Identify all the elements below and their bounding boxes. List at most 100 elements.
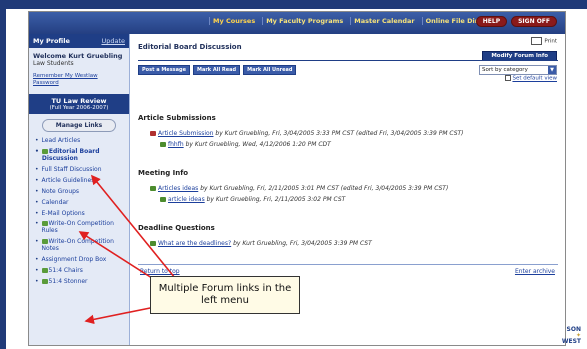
welcome-text: Welcome Kurt Gruebling — [33, 52, 123, 60]
tab-faculty-programs[interactable]: My Faculty Programs — [262, 17, 346, 25]
sidebar-item[interactable]: • Editorial Board Discussion — [35, 148, 129, 163]
sidebar-item-label: 51:4 Stonner — [48, 277, 88, 285]
message-icon — [150, 241, 156, 246]
post-meta: by Kurt Gruebling, Fri, 2/11/2005 3:02 P… — [206, 196, 346, 203]
sidebar: My Profile Update Welcome Kurt Gruebling… — [29, 34, 130, 345]
forum-icon — [41, 221, 48, 227]
sort-value: Sort by category — [482, 67, 528, 73]
set-default-view[interactable]: Set default view — [505, 75, 557, 82]
sidebar-item-text: Calendar — [42, 199, 69, 207]
nav-buttons: HELP SIGN OFF — [475, 16, 557, 27]
mark-all-unread-button[interactable]: Mark All Unread — [243, 65, 297, 75]
sidebar-item-text: Write-On Competition Notes — [41, 238, 129, 253]
post-link[interactable]: Article Submission — [158, 130, 213, 137]
sidebar-item[interactable]: • Write-On Competition Rules — [35, 221, 129, 235]
bullet-icon: • — [35, 165, 39, 173]
bullet-icon: • — [35, 266, 39, 274]
printer-icon — [531, 37, 543, 45]
sidebar-item[interactable]: • Calendar — [35, 199, 129, 207]
sidebar-item[interactable]: • Article Guidelines — [35, 177, 129, 185]
sidebar-item-label: E-Mail Options — [41, 209, 85, 217]
annotation-callout: Multiple Forum links in the left menu — [150, 276, 300, 314]
forum-icon — [41, 278, 48, 284]
print-link[interactable]: Print — [531, 37, 557, 45]
sidebar-item-label: Lead Articles — [41, 137, 81, 145]
sidebar-item-label: Full Staff Discussion — [41, 165, 102, 173]
post-row: article ideas by Kurt Gruebling, Fri, 2/… — [160, 196, 345, 203]
message-icon — [160, 142, 166, 147]
org-block: TU Law Review (Full Year 2006-2007) — [29, 94, 129, 115]
slide: My Courses My Faculty Programs Master Ca… — [0, 0, 587, 349]
sidebar-item-text: E-Mail Options — [41, 209, 85, 218]
post-row: fhhfh by Kurt Gruebling, Wed, 4/12/2006 … — [160, 141, 331, 148]
sidebar-item-text: Assignment Drop Box — [41, 256, 107, 264]
tab-my-courses[interactable]: My Courses — [209, 17, 258, 25]
bullet-icon: • — [35, 148, 39, 156]
sidebar-item-text: Lead Articles — [41, 137, 81, 145]
bullet-icon: • — [35, 256, 39, 263]
return-to-top-link[interactable]: Return to top — [140, 268, 180, 275]
forum-icon — [41, 239, 48, 245]
bullet-icon: • — [35, 238, 39, 246]
section-title: Article Submissions — [138, 114, 216, 122]
post-link[interactable]: What are the deadlines? — [158, 240, 231, 247]
checkbox-icon — [505, 75, 512, 81]
sidebar-item-text: Note Groups — [42, 188, 80, 196]
sidebar-item-label: Assignment Drop Box — [41, 256, 107, 263]
sign-off-button[interactable]: SIGN OFF — [511, 16, 557, 27]
post-row: Article Submission by Kurt Gruebling, Fr… — [150, 130, 464, 137]
message-icon — [160, 197, 166, 202]
message-icon — [150, 186, 156, 191]
enter-archive-link[interactable]: Enter archive — [515, 268, 555, 275]
sidebar-item[interactable]: • Assignment Drop Box — [35, 256, 129, 264]
post-link[interactable]: article ideas — [168, 196, 205, 203]
logo-line2: WEST — [561, 338, 581, 345]
sort-select[interactable]: Sort by category ▼ — [479, 65, 557, 75]
sidebar-item[interactable]: • Write-On Competition Notes — [35, 238, 129, 253]
remember-password-link[interactable]: Remember My Westlaw Password — [29, 67, 129, 86]
sidebar-item-label: Editorial Board Discussion — [41, 148, 100, 163]
bullet-icon: • — [35, 187, 39, 195]
mark-all-read-button[interactable]: Mark All Read — [192, 65, 241, 75]
university-logo: SON ✦ WEST — [562, 327, 581, 345]
post-row: What are the deadlines? by Kurt Grueblin… — [150, 240, 372, 247]
sidebar-item-text: Editorial Board Discussion — [41, 148, 129, 163]
sidebar-item[interactable]: • 51:4 Chairs — [35, 266, 129, 275]
manage-links-button[interactable]: Manage Links — [42, 119, 116, 133]
post-message-button[interactable]: Post a Message — [138, 65, 190, 75]
top-nav: My Courses My Faculty Programs Master Ca… — [29, 12, 565, 34]
welcome-sub: Law Students — [33, 60, 74, 68]
update-link[interactable]: Update — [101, 37, 125, 45]
sidebar-item-label: 51:4 Chairs — [48, 266, 83, 274]
slide-left-bar — [0, 0, 6, 349]
page-title: Editorial Board Discussion — [138, 43, 242, 51]
slide-top-bar — [0, 0, 587, 9]
bullet-icon: • — [35, 277, 39, 285]
org-title: TU Law Review — [51, 97, 107, 106]
post-link[interactable]: fhhfh — [168, 141, 184, 148]
bottom-rule — [138, 264, 558, 265]
sidebar-item[interactable]: • Note Groups — [35, 187, 129, 196]
help-button[interactable]: HELP — [475, 16, 508, 27]
sidebar-item[interactable]: • E-Mail Options — [35, 209, 129, 218]
tab-master-calendar[interactable]: Master Calendar — [350, 17, 417, 25]
sidebar-item-label: Write-On Competition Notes — [41, 238, 114, 253]
post-meta: by Kurt Gruebling, Fri, 3/04/2005 3:39 P… — [233, 240, 372, 247]
bullet-icon: • — [35, 220, 39, 228]
sidebar-item-text: 51:4 Chairs — [41, 266, 83, 275]
sidebar-links: • Lead Articles • Editorial Board Discussio… — [29, 137, 129, 286]
message-icon — [150, 131, 156, 136]
sidebar-item-label: Write-On Competition Rules — [41, 220, 114, 235]
profile-title: My Profile — [33, 37, 70, 45]
sidebar-item[interactable]: • Full Staff Discussion — [35, 165, 129, 174]
title-rule — [138, 60, 558, 61]
post-meta: by Kurt Gruebling, Fri, 3/04/2005 3:33 P… — [215, 130, 464, 137]
sidebar-item-text: Write-On Competition Rules — [41, 220, 129, 235]
org-sub: (Full Year 2006-2007) — [49, 105, 109, 112]
sidebar-item[interactable]: • Lead Articles — [35, 137, 129, 145]
forum-icon — [41, 149, 48, 155]
chevron-down-icon: ▼ — [548, 66, 556, 74]
post-link[interactable]: Articles ideas — [158, 185, 198, 192]
sidebar-item[interactable]: • 51:4 Stonner — [35, 277, 129, 286]
sidebar-item-text: Article Guidelines — [42, 177, 95, 185]
